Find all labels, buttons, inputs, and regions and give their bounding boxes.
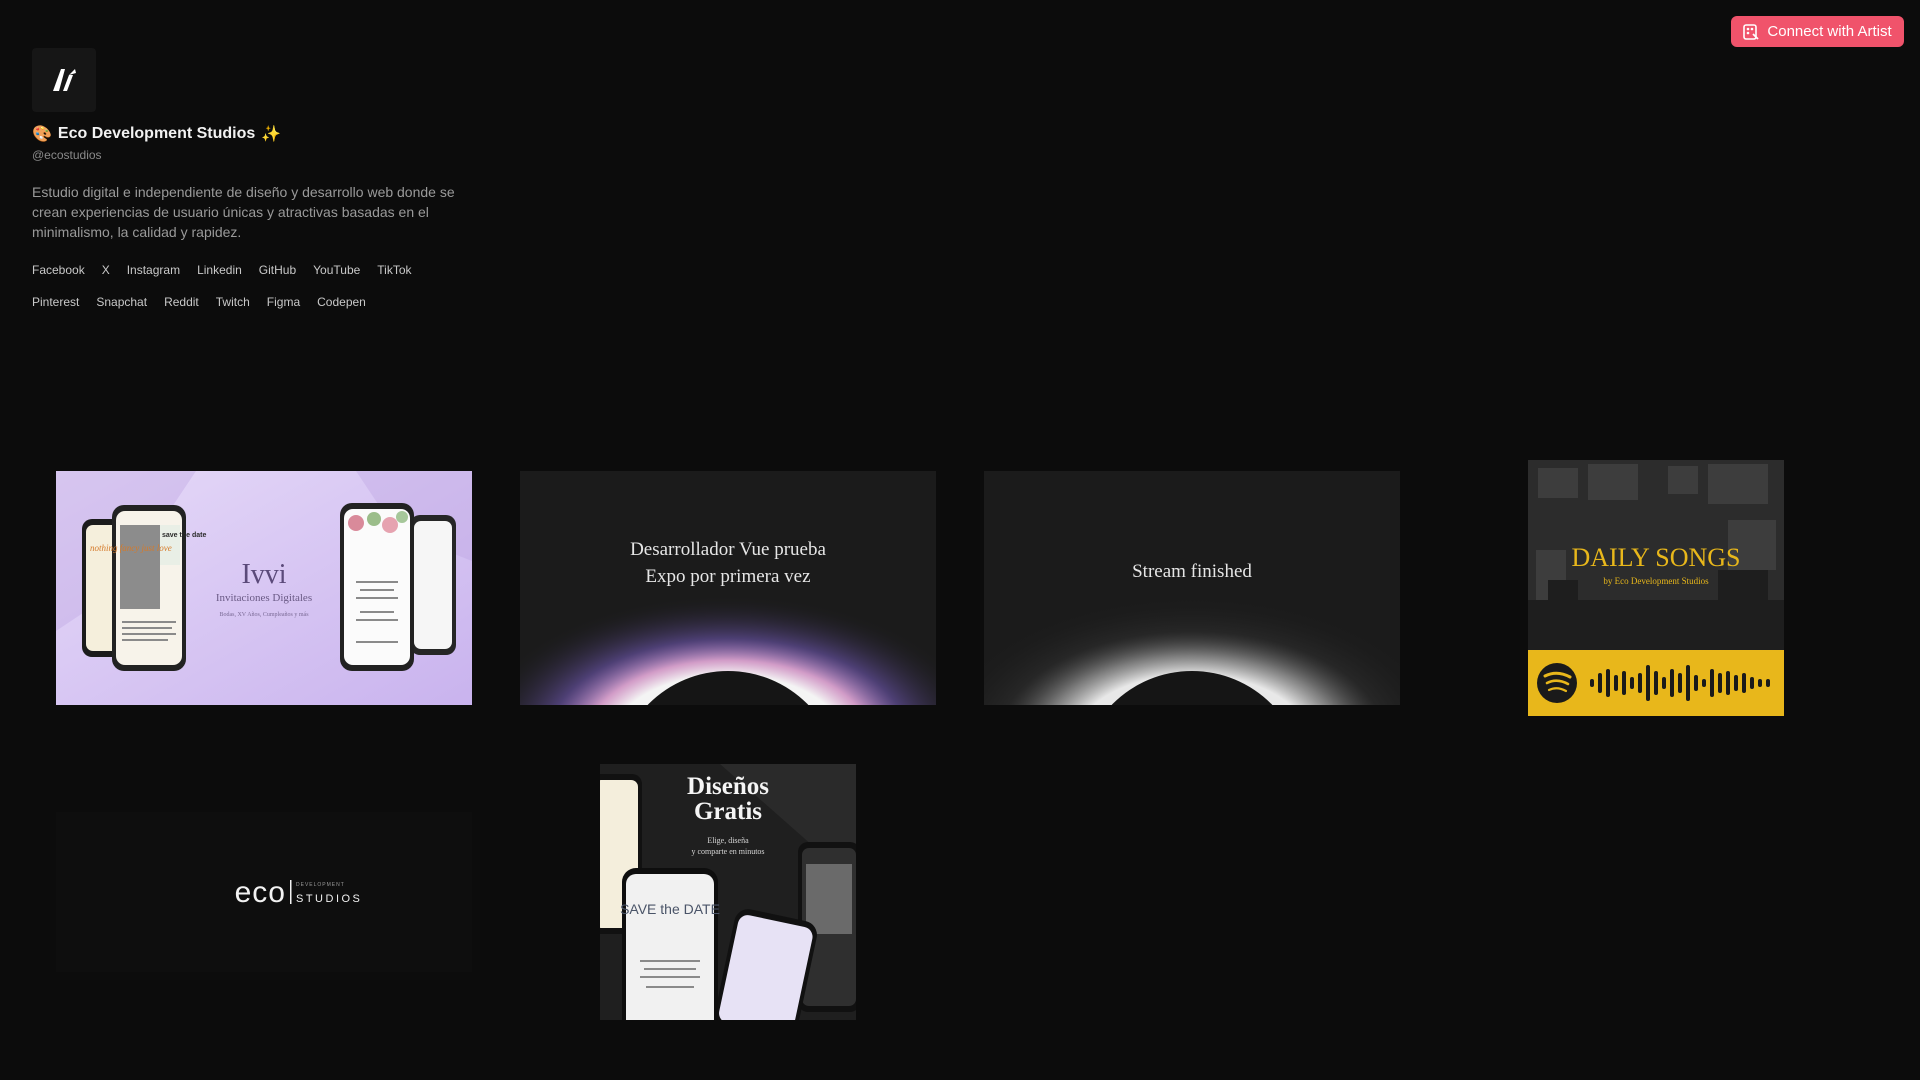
profile-name: 🎨 Eco Development Studios ✨ xyxy=(32,124,502,144)
social-link-linkedin[interactable]: Linkedin xyxy=(197,262,242,278)
daily-songs-card[interactable]: DAILY SONGS by Eco Development Studios xyxy=(1528,460,1784,716)
palette-emoji-icon: 🎨 xyxy=(32,126,52,143)
profile-name-text: Eco Development Studios xyxy=(57,125,256,142)
eco-studios-logo-artwork: eco DEVELOPMENT STUDIOS xyxy=(56,812,472,972)
daily-songs-title: DAILY SONGS xyxy=(1571,543,1740,572)
artist-profile: 🎨 Eco Development Studios ✨ @ecostudios … xyxy=(32,48,502,310)
social-link-twitch[interactable]: Twitch xyxy=(216,294,250,310)
stream-finished-artwork: Stream finished xyxy=(984,471,1400,705)
ivvi-save-date-text: save the date xyxy=(162,532,206,539)
social-link-pinterest[interactable]: Pinterest xyxy=(32,294,79,310)
ivvi-subtitle: Invitaciones Digitales xyxy=(216,592,312,604)
ivvi-title: Ivvi xyxy=(241,559,286,590)
social-link-x[interactable]: X xyxy=(102,262,110,278)
social-link-youtube[interactable]: YouTube xyxy=(313,262,360,278)
studio-logo xyxy=(32,48,96,112)
spotify-icon xyxy=(1537,663,1577,703)
palette-icon xyxy=(1743,23,1760,40)
daily-songs-subtitle: by Eco Development Studios xyxy=(1603,576,1709,586)
social-links: Facebook X Instagram Linkedin GitHub You… xyxy=(32,262,432,310)
disenos-gratis-card[interactable]: SAVE the DATE Diseños Gratis Elige, dise… xyxy=(600,764,856,1020)
connect-label: Connect with Artist xyxy=(1767,23,1892,40)
disenos-subtitle-line-1: Elige, diseña xyxy=(707,836,749,845)
eco-sub-top-text: DEVELOPMENT xyxy=(296,882,345,888)
eco-brand-text: eco xyxy=(235,876,286,909)
stream-finished-card[interactable]: Stream finished xyxy=(984,471,1400,705)
profile-bio: Estudio digital e independiente de diseñ… xyxy=(32,184,455,240)
disenos-title-line-2: Gratis xyxy=(694,798,762,825)
social-link-github[interactable]: GitHub xyxy=(259,262,296,278)
vue-expo-line-1: Desarrollador Vue prueba xyxy=(630,539,826,560)
eco-studios-logo-card[interactable]: eco DEVELOPMENT STUDIOS xyxy=(56,812,472,972)
disenos-subtitle-line-2: y comparte en minutos xyxy=(691,847,764,856)
profile-handle: @ecostudios xyxy=(32,148,102,162)
social-link-snapchat[interactable]: Snapchat xyxy=(96,294,147,310)
vue-expo-artwork: Desarrollador Vue prueba Expo por primer… xyxy=(520,471,936,705)
ivvi-tagline: Bodas, XV Años, Cumpleaños y más xyxy=(219,612,309,618)
ivvi-artwork: nothing fancy just love save the date Iv… xyxy=(56,471,472,705)
ivvi-artwork-card[interactable]: nothing fancy just love save the date Iv… xyxy=(56,471,472,705)
social-link-reddit[interactable]: Reddit xyxy=(164,294,199,310)
social-link-instagram[interactable]: Instagram xyxy=(127,262,180,278)
disenos-gratis-artwork: SAVE the DATE Diseños Gratis Elige, dise… xyxy=(600,764,856,1020)
social-link-codepen[interactable]: Codepen xyxy=(317,294,366,310)
disenos-phone-text: SAVE the DATE xyxy=(620,901,720,917)
social-link-facebook[interactable]: Facebook xyxy=(32,262,85,278)
stream-finished-text: Stream finished xyxy=(1132,561,1252,582)
connect-with-artist-button[interactable]: Connect with Artist xyxy=(1731,16,1904,47)
ivvi-phone-text: nothing fancy just love xyxy=(90,543,172,553)
daily-songs-artwork: DAILY SONGS by Eco Development Studios xyxy=(1528,460,1784,716)
studio-logo-icon xyxy=(53,69,76,91)
social-link-tiktok[interactable]: TikTok xyxy=(377,262,411,278)
vue-expo-artwork-card[interactable]: Desarrollador Vue prueba Expo por primer… xyxy=(520,471,936,705)
disenos-title-line-1: Diseños xyxy=(687,773,769,800)
social-link-figma[interactable]: Figma xyxy=(267,294,300,310)
eco-sub-bottom-text: STUDIOS xyxy=(296,893,362,905)
sparkles-emoji-icon: ✨ xyxy=(261,126,282,143)
vue-expo-line-2: Expo por primera vez xyxy=(645,566,810,587)
